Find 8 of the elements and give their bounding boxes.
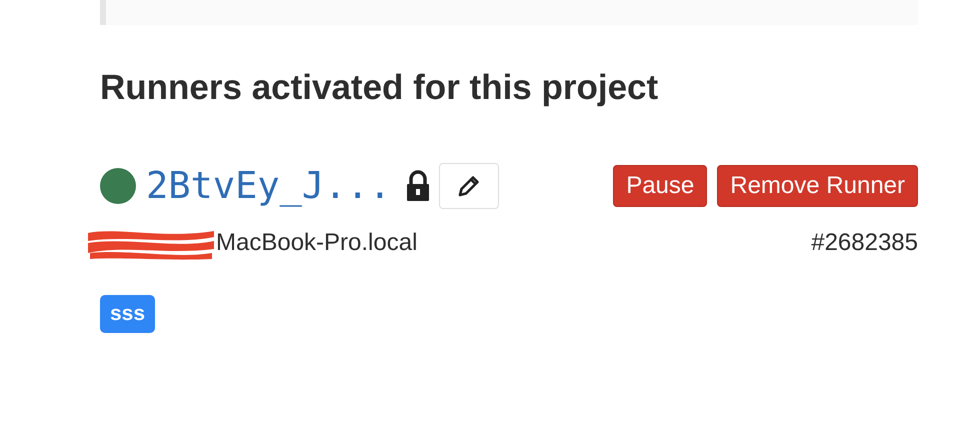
- runner-link[interactable]: 2BtvEy_J...: [146, 164, 392, 207]
- runner-id: #2682385: [811, 228, 918, 256]
- pause-button[interactable]: Pause: [613, 164, 708, 206]
- edit-button[interactable]: [439, 162, 500, 208]
- runner-hostname: MacBook-Pro.local: [216, 228, 418, 256]
- remove-button[interactable]: Remove Runner: [717, 164, 918, 206]
- runner-tag: sss: [100, 294, 156, 332]
- section-heading: Runners activated for this project: [100, 67, 660, 109]
